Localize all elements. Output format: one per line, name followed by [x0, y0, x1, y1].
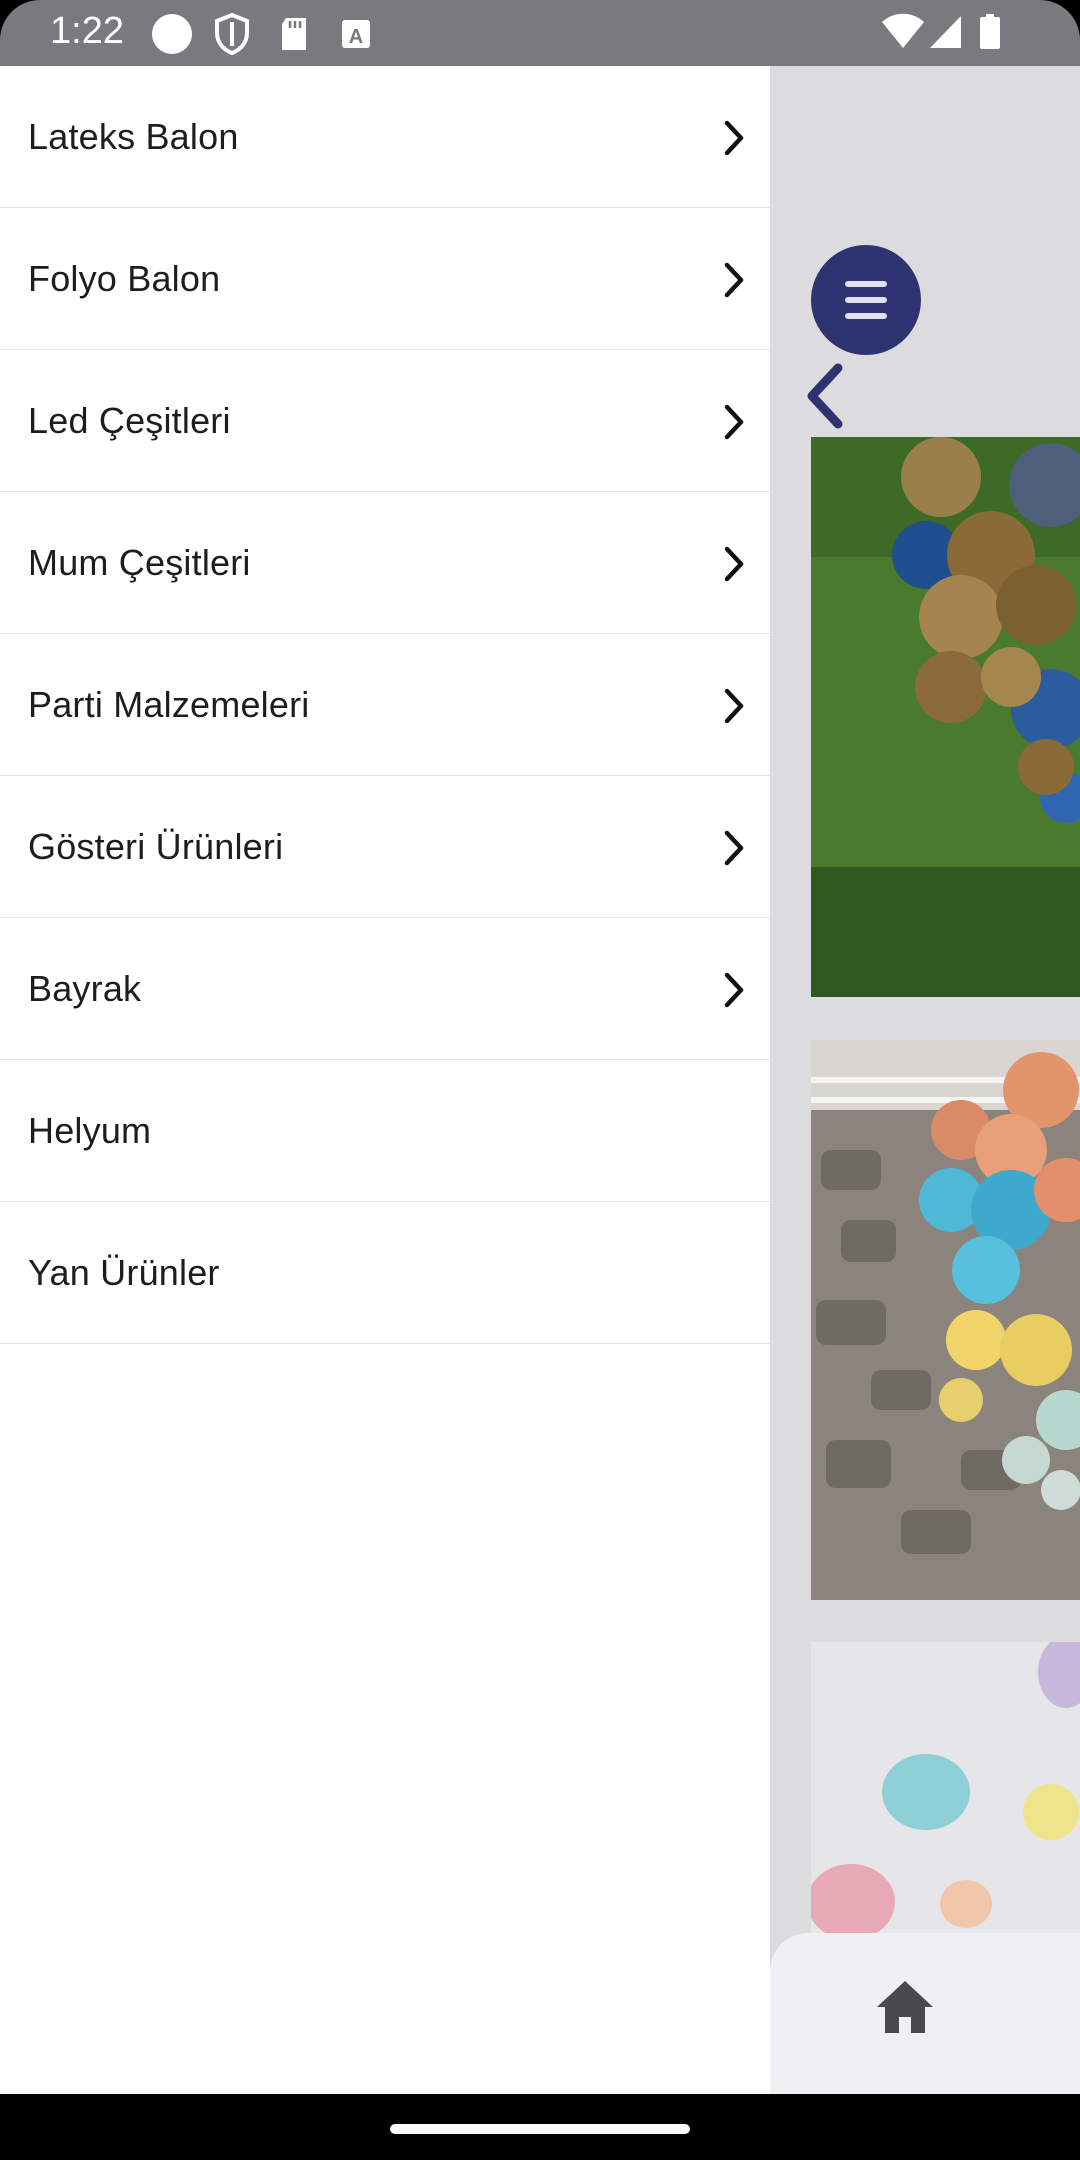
drawer-item-lateks-balon[interactable]: Lateks Balon — [0, 66, 770, 208]
drawer-item-helyum[interactable]: Helyum — [0, 1060, 770, 1202]
navigation-drawer: Lateks Balon Folyo Balon Led Çeşitleri M… — [0, 66, 770, 2094]
font-a-icon: A — [342, 20, 370, 48]
hamburger-icon-line — [845, 313, 887, 319]
drawer-item-label: Parti Malzemeleri — [28, 683, 310, 725]
pastel-balloons-photo[interactable] — [811, 1642, 1080, 1933]
chevron-right-icon — [724, 546, 744, 582]
drawer-item-parti-malzemeleri[interactable]: Parti Malzemeleri — [0, 634, 770, 776]
drawer-item-label: Led Çeşitleri — [28, 399, 231, 441]
drawer-item-folyo-balon[interactable]: Folyo Balon — [0, 208, 770, 350]
signal-icon — [930, 16, 961, 48]
chevron-right-icon — [724, 120, 744, 156]
chevron-right-icon — [724, 262, 744, 298]
shield-icon — [215, 12, 249, 56]
sd-card-icon — [282, 18, 306, 50]
drawer-item-led-cesitleri[interactable]: Led Çeşitleri — [0, 350, 770, 492]
home-icon[interactable] — [875, 1979, 935, 2035]
gold-blue-balloons-photo[interactable] — [811, 437, 1080, 997]
hamburger-icon-line — [845, 297, 887, 303]
hamburger-icon-line — [845, 281, 887, 287]
drawer-item-label: Yan Ürünler — [28, 1251, 220, 1293]
drawer-item-label: Mum Çeşitleri — [28, 541, 251, 583]
chevron-right-icon — [724, 404, 744, 440]
drawer-item-label: Helyum — [28, 1109, 152, 1151]
drawer-item-mum-cesitleri[interactable]: Mum Çeşitleri — [0, 492, 770, 634]
menu-button[interactable] — [811, 245, 921, 355]
status-bar: 1:22 A — [0, 0, 1080, 66]
wifi-icon — [882, 13, 924, 48]
chevron-left-icon[interactable] — [800, 362, 850, 430]
bottom-navigation — [770, 1933, 1080, 2094]
chevron-right-icon — [724, 972, 744, 1008]
circle-icon — [152, 14, 192, 54]
gesture-handle[interactable] — [390, 2124, 690, 2134]
chevron-right-icon — [724, 688, 744, 724]
drawer-item-label: Folyo Balon — [28, 257, 221, 299]
drawer-item-label: Gösteri Ürünleri — [28, 825, 284, 867]
chevron-right-icon — [724, 830, 744, 866]
drawer-item-gosteri-urunleri[interactable]: Gösteri Ürünleri — [0, 776, 770, 918]
drawer-item-label: Lateks Balon — [28, 115, 239, 157]
status-time: 1:22 — [50, 10, 124, 52]
svg-text:A: A — [349, 26, 363, 48]
battery-icon — [980, 14, 1000, 49]
drawer-item-label: Bayrak — [28, 967, 142, 1009]
drawer-item-bayrak[interactable]: Bayrak — [0, 918, 770, 1060]
pastel-balloon-garland-photo[interactable] — [811, 1040, 1080, 1600]
system-navigation-bar — [0, 2094, 1080, 2160]
drawer-item-yan-urunler[interactable]: Yan Ürünler — [0, 1202, 770, 1344]
